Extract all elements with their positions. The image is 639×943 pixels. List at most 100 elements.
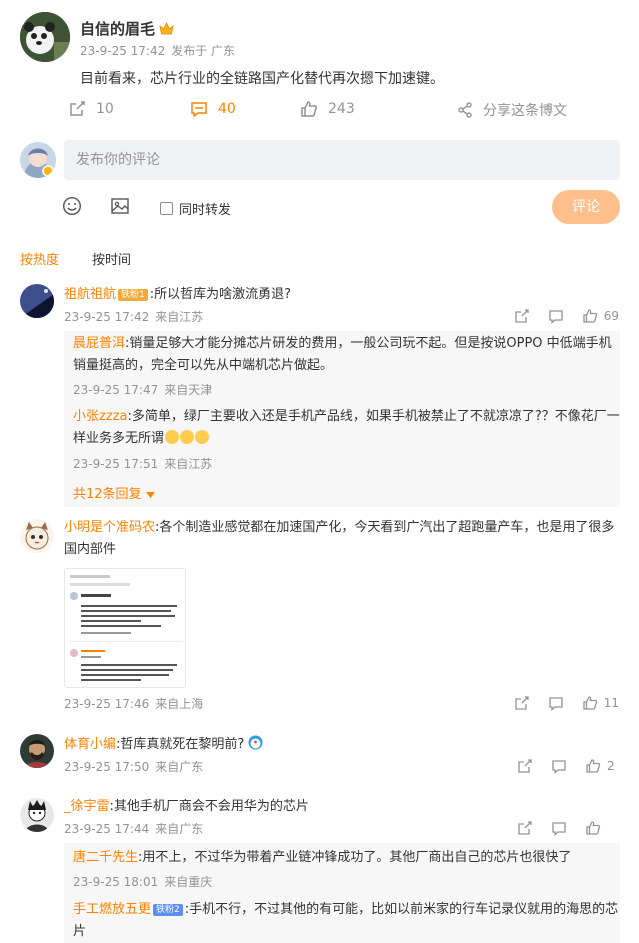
comment-icon: [191, 102, 207, 118]
comment-time: 23-9-25 17:46: [64, 697, 150, 711]
comment-body: 小明是个准码农:各个制造业感觉都在加速国产化，今天看到广汽出了超跑量产车，也是用…: [64, 517, 619, 561]
repost-icon[interactable]: [514, 308, 530, 324]
doraemon-emoji-icon: [248, 735, 263, 750]
like-icon[interactable]: [585, 820, 601, 836]
reply-body: 唐二千先生:用不上，不过华为带着产业链冲锋成功了。其他厂商出自己的芯片也很快了: [73, 847, 620, 869]
comment-like-count: 69: [603, 309, 619, 323]
reply-time: 23-9-25 17:51: [73, 457, 159, 471]
repost-checkbox[interactable]: 同时转发: [160, 199, 231, 218]
reply-text: :多简单，绿厂主要收入还是手机产品线，如果手机被禁止了不就凉凉了?？不像花厂一样…: [73, 409, 620, 446]
author-name[interactable]: 自信的眉毛: [80, 18, 174, 39]
comment-body: 体育小编:哲库真就死在黎明前?: [64, 734, 619, 756]
reply-text: :销量足够大才能分摊芯片研发的费用，一般公司玩不起。但是按说OPPO 中低端手机…: [73, 336, 612, 373]
image-icon[interactable]: [110, 196, 130, 220]
reply-location: 来自重庆: [164, 875, 213, 889]
share-icon: [458, 102, 472, 118]
more-replies-link[interactable]: 共12条回复: [73, 483, 155, 502]
comment-actions: 69: [496, 308, 619, 324]
reply-username[interactable]: 晨屁普洱: [73, 336, 125, 351]
like-icon[interactable]: [585, 758, 601, 774]
comment-input[interactable]: 发布你的评论: [64, 140, 620, 180]
composer-toolbar: 同时转发 评论: [0, 190, 639, 224]
reply-location: 来自天津: [164, 383, 213, 397]
comment-meta: 23-9-25 17:46 来自上海: [64, 695, 203, 712]
post-location: 发布于 广东: [171, 44, 236, 58]
fan-badge: 铁粉1: [118, 289, 148, 301]
emoji-sweat-icon: [165, 430, 180, 444]
comment-time: 23-9-25 17:44: [64, 822, 150, 836]
comment-body: 祖航祖航 铁粉1:所以哲库为啥激流勇退?: [64, 284, 619, 306]
comment-text: :哲库真就死在黎明前?: [116, 737, 245, 752]
comment-location: 来自广东: [155, 822, 204, 836]
comment-location: 来自上海: [155, 697, 204, 711]
reply-username[interactable]: 唐二千先生: [73, 850, 138, 865]
comment-body: _徐宇雷:其他手机厂商会不会用华为的芯片: [64, 796, 619, 818]
comment-username[interactable]: 体育小编: [64, 737, 116, 752]
reply-meta: 23-9-25 17:51 来自江苏: [73, 455, 212, 472]
tab-sort-time[interactable]: 按时间: [92, 249, 131, 268]
author-name-text[interactable]: 自信的眉毛: [80, 20, 155, 38]
reply-time: 23-9-25 18:01: [73, 875, 159, 889]
reply-meta: 23-9-25 17:47 来自天津: [73, 381, 212, 398]
comment-actions: 2: [499, 758, 619, 774]
repost-icon: [70, 101, 85, 116]
repost-checkbox-label: 同时转发: [179, 203, 232, 218]
comment-username[interactable]: _徐宇雷: [64, 799, 110, 814]
like-count: 243: [328, 101, 355, 117]
comment-meta: 23-9-25 17:42 来自江苏: [64, 308, 203, 325]
comment-button[interactable]: 40: [190, 100, 236, 118]
repost-icon[interactable]: [514, 695, 530, 711]
comment-time: 23-9-25 17:42: [64, 310, 150, 324]
comment-icon[interactable]: [551, 758, 567, 774]
comment-time: 23-9-25 17:50: [64, 760, 150, 774]
more-replies-label[interactable]: 共12条回复: [73, 487, 142, 502]
commenter-avatar[interactable]: [20, 734, 54, 768]
comment-like-count: 2: [607, 759, 615, 773]
tab-sort-hot[interactable]: 按热度: [20, 249, 59, 268]
reply-username[interactable]: 小张zzza: [73, 409, 127, 424]
like-button[interactable]: 243: [300, 100, 355, 118]
like-icon[interactable]: [582, 308, 598, 324]
comment-icon[interactable]: [548, 695, 564, 711]
post-text: 目前看来，芯片行业的全链路国产化替代再次摁下加速键。: [80, 71, 444, 87]
comment-icon[interactable]: [548, 308, 564, 324]
reply-time: 23-9-25 17:47: [73, 383, 159, 397]
post-time[interactable]: 23-9-25 17:42: [80, 44, 165, 58]
commenter-avatar[interactable]: [20, 798, 54, 832]
repost-icon[interactable]: [517, 820, 533, 836]
commenter-avatar[interactable]: [20, 284, 54, 318]
submit-comment-button[interactable]: 评论: [552, 190, 620, 224]
reply-list: 晨屁普洱:销量足够大才能分摊芯片研发的费用，一般公司玩不起。但是按说OPPO 中…: [64, 331, 620, 507]
post-meta: 23-9-25 17:42 发布于 广东: [80, 42, 235, 59]
like-icon[interactable]: [582, 695, 598, 711]
commenter-avatar[interactable]: [20, 519, 54, 553]
reply-location: 来自江苏: [164, 457, 213, 471]
crown-icon: [159, 21, 174, 35]
reply-body: 手工燃放五更 铁粉2:手机不行，不过其他的有可能，比如以前米家的行车记录仪就用的海…: [73, 899, 620, 943]
share-button[interactable]: 分享这条博文: [457, 100, 567, 120]
comment-username[interactable]: 祖航祖航: [64, 287, 116, 302]
comment-username[interactable]: 小明是个准码农: [64, 520, 155, 535]
comment-location: 来自江苏: [155, 310, 204, 324]
repost-button[interactable]: 10: [68, 100, 114, 118]
comment-image-thumbnail[interactable]: [64, 568, 186, 688]
author-avatar[interactable]: [20, 12, 70, 62]
my-avatar[interactable]: [20, 142, 56, 178]
share-label: 分享这条博文: [483, 103, 567, 119]
checkbox-box[interactable]: [160, 202, 173, 215]
reply-body: 晨屁普洱:销量足够大才能分摊芯片研发的费用，一般公司玩不起。但是按说OPPO 中…: [73, 333, 620, 377]
post-actions: 10 40 243 分享这条博文: [0, 100, 639, 124]
reply-username[interactable]: 手工燃放五更: [73, 902, 151, 917]
reply-body: 小张zzza:多简单，绿厂主要收入还是手机产品线，如果手机被禁止了不就凉凉了?？…: [73, 406, 620, 450]
caret-down-icon: [145, 492, 155, 498]
comment-like-count: 11: [603, 696, 619, 710]
emoji-icon[interactable]: [62, 196, 82, 220]
reply-text: :用不上，不过华为带着产业链冲锋成功了。其他厂商出自己的芯片也很快了: [138, 850, 572, 865]
comment-actions: 11: [496, 695, 619, 711]
comment-meta: 23-9-25 17:50 来自广东: [64, 758, 203, 775]
repost-icon[interactable]: [517, 758, 533, 774]
comment-count: 40: [218, 101, 236, 117]
comment-icon[interactable]: [551, 820, 567, 836]
reply-meta: 23-9-25 18:01 来自重庆: [73, 873, 212, 890]
emoji-sweat-icon: [180, 430, 195, 444]
